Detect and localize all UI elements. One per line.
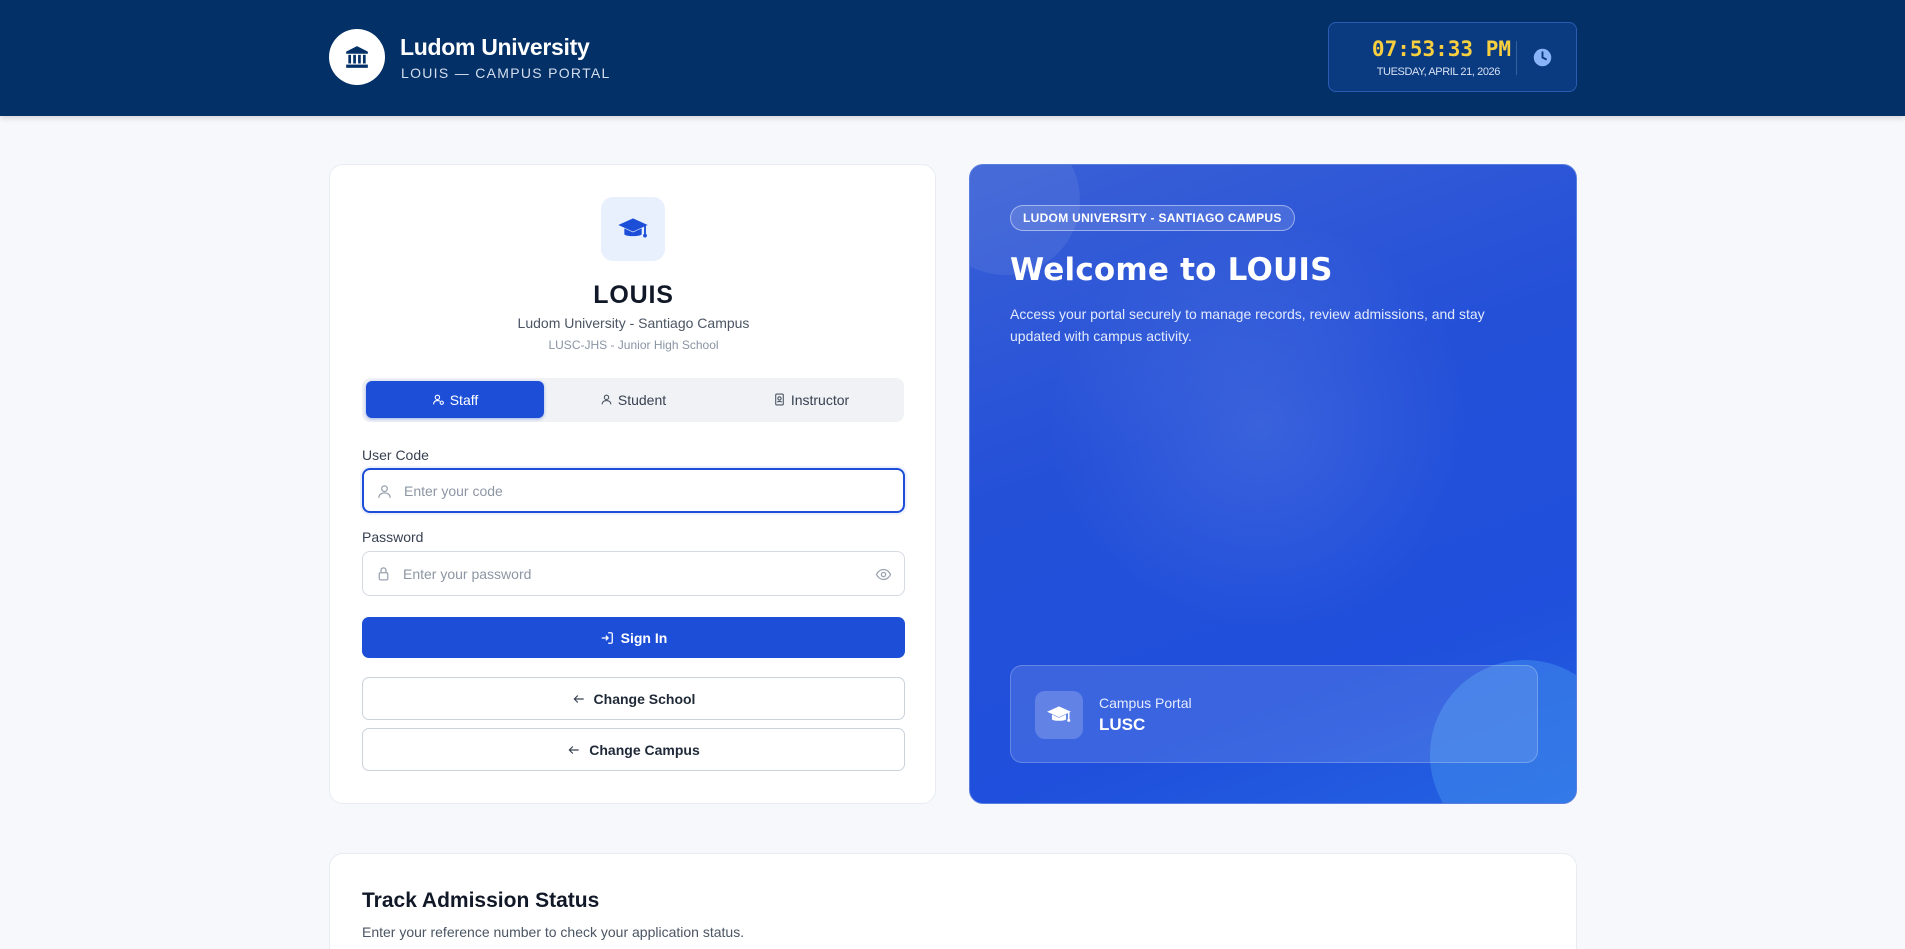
- staff-user-icon: [432, 394, 444, 405]
- user-icon: [601, 394, 612, 405]
- clock-divider: [1516, 41, 1517, 75]
- brand-subtitle: LOUIS — CAMPUS PORTAL: [401, 65, 611, 81]
- track-admission-title: Track Admission Status: [362, 889, 600, 912]
- sign-in-icon: [601, 631, 613, 644]
- arrow-left-icon: [568, 745, 579, 754]
- campus-name: Ludom University - Santiago Campus: [517, 315, 750, 331]
- clock-widget: 07:53:33 PM TUESDAY, APRIL 21, 2026: [1328, 22, 1577, 92]
- campus-chip: LUDOM UNIVERSITY - SANTIAGO CAMPUS: [1010, 205, 1295, 231]
- tab-staff[interactable]: Staff: [366, 381, 544, 418]
- password-label: Password: [362, 529, 424, 545]
- sign-in-label: Sign In: [620, 629, 668, 646]
- change-campus-button[interactable]: Change Campus: [362, 728, 905, 771]
- id-badge-icon: [774, 393, 784, 406]
- tab-student-label: Student: [617, 391, 667, 408]
- clock-date: TUESDAY, APRIL 21, 2026: [1376, 66, 1501, 78]
- campus-portal-card: Campus Portal LUSC: [1010, 665, 1538, 763]
- role-tabs: Staff Student Instructor: [362, 378, 904, 422]
- school-name: LUSC-JHS - Junior High School: [548, 338, 719, 352]
- password-field[interactable]: [362, 551, 905, 596]
- clock-time: 07:53:33 PM: [1371, 37, 1511, 61]
- tab-staff-label: Staff: [449, 391, 479, 408]
- change-school-label: Change School: [593, 690, 696, 707]
- clock-icon: [1533, 48, 1552, 67]
- track-admission-card: Track Admission Status Enter your refere…: [329, 853, 1577, 949]
- sign-in-button[interactable]: Sign In: [362, 617, 905, 658]
- graduation-cap-icon: [601, 197, 665, 261]
- tab-instructor[interactable]: Instructor: [722, 381, 900, 418]
- tab-student[interactable]: Student: [544, 381, 722, 418]
- tab-instructor-label: Instructor: [790, 391, 850, 408]
- top-header: Ludom University LOUIS — CAMPUS PORTAL 0…: [0, 0, 1905, 116]
- user-code-input[interactable]: [404, 470, 864, 511]
- campus-portal-code: LUSC: [1099, 715, 1146, 734]
- change-campus-label: Change Campus: [589, 741, 700, 758]
- login-card: LOUIS Ludom University - Santiago Campus…: [329, 164, 936, 804]
- university-building-icon: [329, 29, 385, 85]
- brand-name: Ludom University: [400, 34, 590, 60]
- password-input[interactable]: [403, 552, 863, 595]
- user-icon: [378, 485, 391, 498]
- welcome-description: Access your portal securely to manage re…: [1010, 306, 1485, 344]
- eye-icon[interactable]: [875, 566, 892, 583]
- login-title: LOUIS: [593, 281, 674, 309]
- welcome-title: Welcome to LOUIS: [1010, 252, 1333, 288]
- change-school-button[interactable]: Change School: [362, 677, 905, 720]
- lock-icon: [378, 567, 389, 581]
- arrow-left-icon: [573, 694, 584, 703]
- user-code-label: User Code: [362, 447, 429, 463]
- campus-portal-label: Campus Portal: [1099, 695, 1192, 711]
- welcome-panel: LUDOM UNIVERSITY - SANTIAGO CAMPUS Welco…: [969, 164, 1577, 804]
- graduation-cap-icon: [1035, 691, 1083, 739]
- track-admission-description: Enter your reference number to check you…: [362, 924, 745, 940]
- user-code-field[interactable]: [362, 468, 905, 513]
